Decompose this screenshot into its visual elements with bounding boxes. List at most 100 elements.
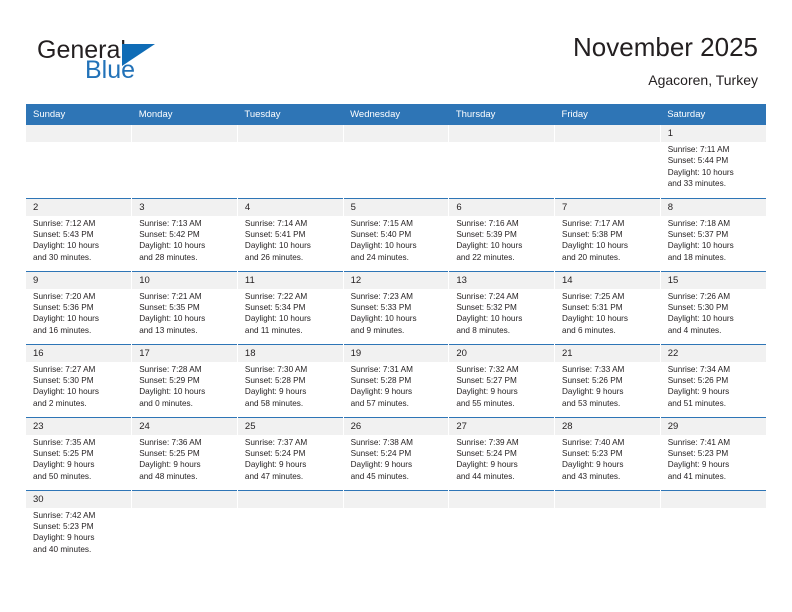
calendar-day-cell[interactable]: 8 Sunrise: 7:18 AM Sunset: 5:37 PM Daylight… <box>660 197 766 271</box>
day-number <box>343 490 449 508</box>
daylight-text-line2: and 55 minutes. <box>456 398 515 408</box>
calendar-day-cell-empty <box>554 489 661 563</box>
sunrise-text: Sunrise: 7:17 AM <box>562 218 625 228</box>
calendar-day-cell[interactable]: 1 Sunrise: 7:11 AM Sunset: 5:44 PM Daylight… <box>660 125 766 198</box>
daylight-text-line2: and 48 minutes. <box>139 471 198 481</box>
calendar-day-cell[interactable]: 12 Sunrise: 7:23 AM Sunset: 5:33 PM Dayligh… <box>343 270 450 344</box>
daylight-text-line2: and 33 minutes. <box>667 179 726 189</box>
daylight-text-line1: Daylight: 10 hours <box>139 241 206 251</box>
sunrise-text: Sunrise: 7:40 AM <box>562 437 625 447</box>
day-number: 18 <box>237 344 343 362</box>
day-number: 2 <box>26 198 132 216</box>
sunrise-text: Sunrise: 7:13 AM <box>139 218 202 228</box>
calendar-day-cell[interactable]: 22 Sunrise: 7:34 AM Sunset: 5:26 PM Dayligh… <box>660 343 766 417</box>
sunset-text: Sunset: 5:30 PM <box>33 375 94 385</box>
calendar-day-cell[interactable]: 18 Sunrise: 7:30 AM Sunset: 5:28 PM Dayligh… <box>237 343 344 417</box>
daylight-text-line2: and 58 minutes. <box>244 398 304 408</box>
calendar-day-cell[interactable]: 10 Sunrise: 7:21 AM Sunset: 5:35 PM Dayligh… <box>131 270 238 344</box>
daylight-text-line1: Daylight: 9 hours <box>33 460 95 470</box>
daylight-text-line1: Daylight: 9 hours <box>667 387 730 397</box>
weekday-header-saturday: Saturday <box>660 104 766 125</box>
daylight-text-line2: and 53 minutes. <box>562 398 621 408</box>
daylight-text-line2: and 45 minutes. <box>350 471 409 481</box>
calendar-day-cell[interactable]: 15 Sunrise: 7:26 AM Sunset: 5:30 PM Dayligh… <box>660 270 766 344</box>
day-number: 22 <box>660 344 766 362</box>
calendar-day-cell[interactable]: 4 Sunrise: 7:14 AM Sunset: 5:41 PM Daylight… <box>237 197 344 271</box>
daylight-text-line1: Daylight: 9 hours <box>562 460 624 470</box>
sunset-text: Sunset: 5:42 PM <box>139 229 200 239</box>
sunset-text: Sunset: 5:26 PM <box>667 375 729 385</box>
calendar-day-cell[interactable]: 19 Sunrise: 7:31 AM Sunset: 5:28 PM Dayligh… <box>343 343 450 417</box>
day-sun-details: Sunrise: 7:17 AM Sunset: 5:38 PM Daylight:… <box>555 216 660 264</box>
day-number: 19 <box>343 344 449 362</box>
calendar-day-cell[interactable]: 7 Sunrise: 7:17 AM Sunset: 5:38 PM Daylight… <box>554 197 661 271</box>
calendar-day-cell[interactable]: 16 Sunrise: 7:27 AM Sunset: 5:30 PM Dayligh… <box>26 343 133 417</box>
day-number <box>449 490 555 508</box>
calendar-day-cell[interactable]: 28 Sunrise: 7:40 AM Sunset: 5:23 PM Dayligh… <box>554 416 661 490</box>
day-number: 8 <box>660 198 766 216</box>
day-number: 20 <box>449 344 555 362</box>
calendar-day-cell[interactable]: 26 Sunrise: 7:38 AM Sunset: 5:24 PM Dayligh… <box>343 416 450 490</box>
sunrise-text: Sunrise: 7:37 AM <box>244 437 308 447</box>
calendar-day-cell[interactable]: 21 Sunrise: 7:33 AM Sunset: 5:26 PM Dayligh… <box>554 343 661 417</box>
day-number: 25 <box>237 417 343 435</box>
daylight-text-line1: Daylight: 9 hours <box>456 387 518 397</box>
sunset-text: Sunset: 5:31 PM <box>562 302 623 312</box>
calendar-day-cell[interactable]: 11 Sunrise: 7:22 AM Sunset: 5:34 PM Dayligh… <box>237 270 344 344</box>
calendar-day-cell[interactable]: 20 Sunrise: 7:32 AM Sunset: 5:27 PM Dayligh… <box>448 343 556 417</box>
sunrise-text: Sunrise: 7:24 AM <box>456 291 519 301</box>
daylight-text-line2: and 44 minutes. <box>456 471 515 481</box>
calendar-day-cell[interactable]: 30 Sunrise: 7:42 AM Sunset: 5:23 PM Dayligh… <box>26 489 133 563</box>
daylight-text-line1: Daylight: 9 hours <box>667 460 730 470</box>
daylight-text-line1: Daylight: 9 hours <box>456 460 518 470</box>
sunrise-text: Sunrise: 7:32 AM <box>456 364 519 374</box>
day-number <box>343 125 449 142</box>
calendar-day-cell[interactable]: 13 Sunrise: 7:24 AM Sunset: 5:32 PM Dayligh… <box>448 270 556 344</box>
day-sun-details: Sunrise: 7:31 AM Sunset: 5:28 PM Daylight:… <box>344 362 449 410</box>
calendar-day-cell[interactable]: 27 Sunrise: 7:39 AM Sunset: 5:24 PM Dayligh… <box>448 416 556 490</box>
daylight-text-line1: Daylight: 9 hours <box>33 533 95 543</box>
day-number <box>555 125 660 142</box>
calendar-day-cell[interactable]: 14 Sunrise: 7:25 AM Sunset: 5:31 PM Dayligh… <box>554 270 661 344</box>
calendar-day-cell[interactable]: 17 Sunrise: 7:28 AM Sunset: 5:29 PM Dayligh… <box>131 343 238 417</box>
calendar-day-cell[interactable]: 29 Sunrise: 7:41 AM Sunset: 5:23 PM Dayligh… <box>660 416 766 490</box>
calendar-day-cell-empty <box>554 125 661 198</box>
daylight-text-line1: Daylight: 10 hours <box>139 387 206 397</box>
weekday-header-sunday: Sunday <box>26 104 132 125</box>
calendar-body: 1 Sunrise: 7:11 AM Sunset: 5:44 PM Daylight… <box>26 125 766 563</box>
day-sun-details: Sunrise: 7:40 AM Sunset: 5:23 PM Daylight:… <box>555 435 660 483</box>
daylight-text-line2: and 57 minutes. <box>350 398 409 408</box>
sunset-text: Sunset: 5:28 PM <box>244 375 306 385</box>
calendar-day-cell[interactable]: 9 Sunrise: 7:20 AM Sunset: 5:36 PM Daylight… <box>26 270 133 344</box>
day-sun-details: Sunrise: 7:27 AM Sunset: 5:30 PM Daylight:… <box>26 362 131 410</box>
day-number: 24 <box>132 417 237 435</box>
calendar-day-cell[interactable]: 3 Sunrise: 7:13 AM Sunset: 5:42 PM Daylight… <box>131 197 238 271</box>
sunrise-text: Sunrise: 7:38 AM <box>350 437 413 447</box>
daylight-text-line1: Daylight: 9 hours <box>350 387 413 397</box>
calendar-day-cell[interactable]: 24 Sunrise: 7:36 AM Sunset: 5:25 PM Dayligh… <box>131 416 238 490</box>
calendar-day-cell[interactable]: 25 Sunrise: 7:37 AM Sunset: 5:24 PM Dayligh… <box>237 416 344 490</box>
calendar-day-cell[interactable]: 5 Sunrise: 7:15 AM Sunset: 5:40 PM Daylight… <box>343 197 450 271</box>
daylight-text-line2: and 28 minutes. <box>139 252 198 262</box>
sunrise-text: Sunrise: 7:25 AM <box>562 291 625 301</box>
sunset-text: Sunset: 5:44 PM <box>667 156 729 166</box>
day-number <box>132 125 237 142</box>
daylight-text-line1: Daylight: 10 hours <box>562 241 629 251</box>
day-sun-details: Sunrise: 7:33 AM Sunset: 5:26 PM Daylight:… <box>555 362 660 410</box>
day-number: 5 <box>343 198 449 216</box>
sunset-text: Sunset: 5:29 PM <box>139 375 200 385</box>
sunset-text: Sunset: 5:27 PM <box>456 375 517 385</box>
sunset-text: Sunset: 5:24 PM <box>350 448 412 458</box>
sunset-text: Sunset: 5:23 PM <box>667 448 729 458</box>
day-sun-details: Sunrise: 7:42 AM Sunset: 5:23 PM Daylight:… <box>26 508 131 556</box>
calendar-day-cell[interactable]: 2 Sunrise: 7:12 AM Sunset: 5:43 PM Daylight… <box>26 197 133 271</box>
day-sun-details: Sunrise: 7:36 AM Sunset: 5:25 PM Daylight:… <box>132 435 237 483</box>
day-sun-details: Sunrise: 7:13 AM Sunset: 5:42 PM Daylight:… <box>132 216 237 264</box>
general-blue-logo[interactable]: General Blue <box>34 36 274 92</box>
sunset-text: Sunset: 5:39 PM <box>456 229 517 239</box>
day-sun-details: Sunrise: 7:15 AM Sunset: 5:40 PM Daylight:… <box>344 216 449 264</box>
weekday-header-wednesday: Wednesday <box>343 104 449 125</box>
calendar-day-cell[interactable]: 6 Sunrise: 7:16 AM Sunset: 5:39 PM Daylight… <box>448 197 556 271</box>
calendar-day-cell[interactable]: 23 Sunrise: 7:35 AM Sunset: 5:25 PM Dayligh… <box>26 416 133 490</box>
daylight-text-line1: Daylight: 9 hours <box>139 460 201 470</box>
